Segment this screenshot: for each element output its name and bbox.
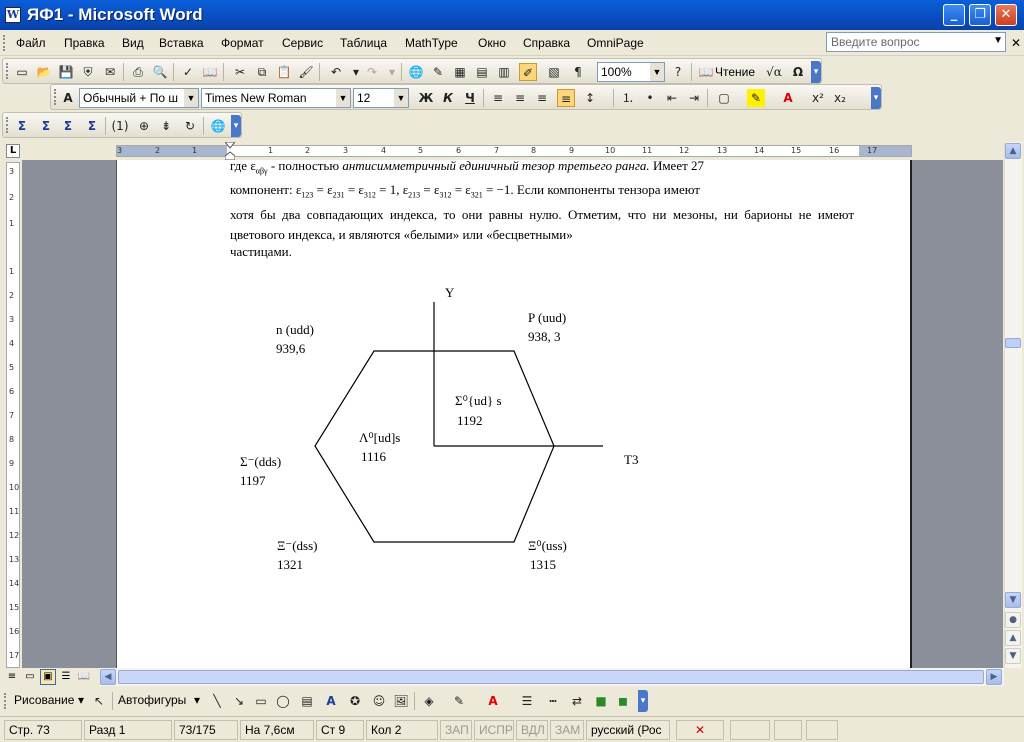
status-position: На 7,6см [240, 720, 314, 740]
baryon-octet-diagram [314, 302, 603, 543]
toolbar-separator [414, 692, 415, 710]
clipart-icon[interactable]: ☺ [370, 692, 388, 710]
line-icon[interactable]: ╲ [208, 692, 226, 710]
sigma-minus-mass: 1197 [240, 473, 266, 488]
sigma-minus-label: Σ⁻(dds) [240, 454, 282, 469]
autoshapes-dropdown-icon[interactable]: ▾ [194, 693, 200, 707]
spelling-status-icon[interactable]: ✕ [676, 720, 724, 740]
y-axis-label: Y [445, 285, 455, 300]
horizontal-thumb[interactable] [118, 670, 984, 684]
xi-minus-label: Ξ⁻(dss) [277, 538, 318, 553]
status-empty-cell [730, 720, 770, 740]
t3-axis-label: T3 [624, 452, 639, 467]
scroll-down-icon[interactable]: ▼ [1005, 592, 1021, 608]
draw-menu-button[interactable]: Рисование [14, 693, 74, 707]
draw-font-color-icon[interactable]: A [484, 692, 502, 710]
shadow-icon[interactable]: ■ [592, 692, 610, 710]
status-empty-cell [806, 720, 838, 740]
xi-minus-mass: 1321 [277, 557, 303, 572]
scroll-up-icon[interactable]: ▲ [1005, 143, 1021, 159]
arrow-icon[interactable]: ↘ [230, 692, 248, 710]
status-line: Ст 9 [316, 720, 364, 740]
status-extend[interactable]: ВДЛ [516, 720, 548, 740]
previous-page-icon[interactable]: ▲ [1005, 630, 1021, 646]
line-style-icon[interactable]: ☰ [518, 692, 536, 710]
drawing-toolbar: Рисование ▾ ↖ Автофигуры ▾ ╲ ↘ ▭ ◯ ▤ A ✪… [0, 687, 1024, 715]
scroll-right-icon[interactable]: ▶ [986, 669, 1002, 685]
web-layout-icon[interactable]: ▭ [22, 669, 38, 685]
insert-picture-icon[interactable]: 🖼 [392, 692, 410, 710]
lambda0-mass: 1116 [361, 449, 387, 464]
status-pages: 73/175 [174, 720, 238, 740]
xi0-mass: 1315 [530, 557, 556, 572]
select-objects-icon[interactable]: ↖ [90, 692, 108, 710]
reading-layout-icon[interactable]: 📖 [76, 669, 92, 685]
sigma0-mass: 1192 [457, 413, 483, 428]
line-color-icon[interactable]: ✎ [450, 692, 468, 710]
print-layout-icon[interactable]: ▣ [40, 669, 56, 685]
oval-icon[interactable]: ◯ [274, 692, 292, 710]
proton-label: P (uud) [528, 310, 567, 325]
fill-color-icon[interactable]: ◈ [420, 692, 438, 710]
rectangle-icon[interactable]: ▭ [252, 692, 270, 710]
status-column: Кол 2 [366, 720, 438, 740]
neutron-label: n (udd) [276, 322, 314, 337]
wordart-icon[interactable]: A [322, 692, 340, 710]
toolbar-grip[interactable] [4, 693, 8, 709]
dash-style-icon[interactable]: ┅ [544, 692, 562, 710]
scrollbar-thumb[interactable] [1005, 338, 1021, 348]
draw-menu-dropdown-icon[interactable]: ▾ [78, 693, 84, 707]
status-track-changes[interactable]: ИСПР [474, 720, 514, 740]
status-record[interactable]: ЗАП [440, 720, 472, 740]
lambda0-label: Λ⁰[ud]s [359, 430, 401, 445]
text-box-icon[interactable]: ▤ [298, 692, 316, 710]
vertical-scrollbar[interactable] [1004, 142, 1022, 668]
next-page-icon[interactable]: ▼ [1005, 648, 1021, 664]
proton-mass: 938, 3 [528, 329, 561, 344]
neutron-mass: 939,6 [276, 341, 306, 356]
status-overtype[interactable]: ЗАМ [550, 720, 584, 740]
scroll-left-icon[interactable]: ◀ [100, 669, 116, 685]
status-bar: Стр. 73 Разд 1 73/175 На 7,6см Ст 9 Кол … [0, 716, 1024, 742]
status-section: Разд 1 [84, 720, 172, 740]
sigma0-label: Σ⁰{ud} s [455, 393, 502, 408]
outline-view-icon[interactable]: ☰ [58, 669, 74, 685]
autoshapes-button[interactable]: Автофигуры [118, 693, 186, 707]
toolbar-separator [112, 692, 113, 710]
normal-view-icon[interactable]: ≡ [4, 669, 20, 685]
arrow-style-icon[interactable]: ⇄ [568, 692, 586, 710]
3d-style-icon[interactable]: ◼ [614, 692, 632, 710]
drawing-options-icon[interactable]: ▾ [638, 690, 648, 712]
xi0-label: Ξ⁰(uss) [528, 538, 567, 553]
status-language: русский (Рос [586, 720, 670, 740]
status-page: Стр. 73 [4, 720, 82, 740]
select-browse-object-icon[interactable]: ● [1005, 612, 1021, 628]
horizontal-scrollbar[interactable]: ◀ ▶ [100, 668, 1004, 686]
diagram-icon[interactable]: ✪ [346, 692, 364, 710]
status-empty-cell [774, 720, 802, 740]
